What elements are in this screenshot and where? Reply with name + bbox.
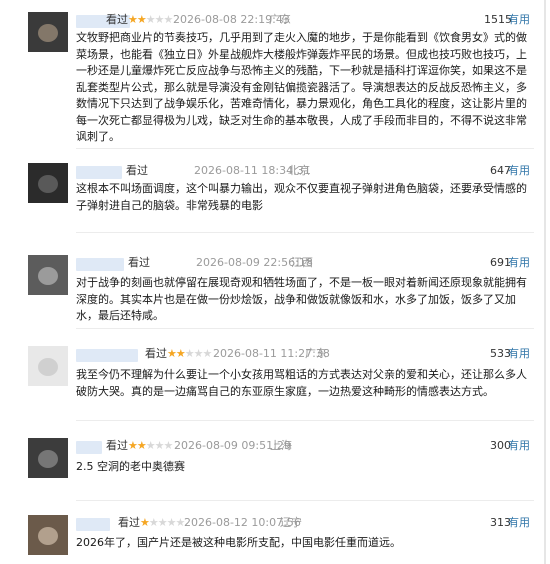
rating-stars: ★★★★★ (128, 439, 173, 452)
review-location: 上海 (270, 439, 292, 452)
rating-stars: ★★★★★ (140, 516, 185, 529)
rating-stars: ★★★★★ (128, 13, 173, 26)
review-text: 2026年了，国产片还是被这种电影所支配，中国电影任重而道远。 (76, 536, 401, 549)
useful-button[interactable]: 有用 (508, 255, 530, 271)
watched-label: 看过 (126, 164, 148, 177)
watched-label: 看过 (128, 256, 150, 269)
useful-button[interactable]: 有用 (508, 346, 530, 362)
useful-button[interactable]: 有用 (508, 163, 530, 179)
rating-stars: ★★★★★ (167, 347, 212, 360)
review-text: 对于战争的刻画也就停留在展现奇观和牺牲场面了，不是一板一眼对着新闻还原现象就能拥… (76, 276, 527, 322)
divider (76, 328, 534, 329)
review-location: 广东 (305, 347, 327, 360)
review-text: 这根本不叫场面调度，这个叫暴力输出，观众不仅要直视子弹射进角色脑袋，还要承受情感… (76, 182, 527, 212)
review-text: 文牧野把商业片的节奏技巧，几乎用到了走火入魔的地步，于是你能看到《饮食男女》式的… (76, 31, 527, 143)
avatar[interactable] (28, 12, 68, 52)
review-location: 江西 (291, 256, 313, 269)
review-location: 广东 (269, 13, 291, 26)
divider (76, 148, 534, 149)
avatar[interactable] (28, 163, 68, 203)
watched-label: 看过 (118, 516, 140, 529)
username-link[interactable] (76, 518, 110, 531)
watched-label: 看过 (145, 347, 167, 360)
avatar[interactable] (28, 515, 68, 555)
review-text: 我至今仍不理解为什么要让一个小女孩用骂粗话的方式表达对父亲的爱和关心，还让那么多… (76, 368, 527, 398)
username-link[interactable] (76, 349, 138, 362)
watched-label: 看过 (106, 439, 128, 452)
useful-button[interactable]: 有用 (508, 12, 530, 28)
avatar[interactable] (28, 346, 68, 386)
divider (76, 232, 534, 233)
useful-button[interactable]: 有用 (508, 515, 530, 531)
avatar[interactable] (28, 255, 68, 295)
username-link[interactable] (76, 166, 122, 179)
username-link[interactable] (76, 258, 124, 271)
watched-label: 看过 (106, 13, 128, 26)
divider (76, 500, 534, 501)
useful-button[interactable]: 有用 (508, 438, 530, 454)
username-link[interactable] (76, 441, 102, 454)
review-location: 北京 (288, 164, 310, 177)
avatar[interactable] (28, 438, 68, 478)
review-text: 2.5 空洞的老中奥德赛 (76, 460, 185, 473)
review-location: 辽宁 (280, 516, 302, 529)
divider (76, 420, 534, 421)
scroll-edge (544, 0, 546, 564)
